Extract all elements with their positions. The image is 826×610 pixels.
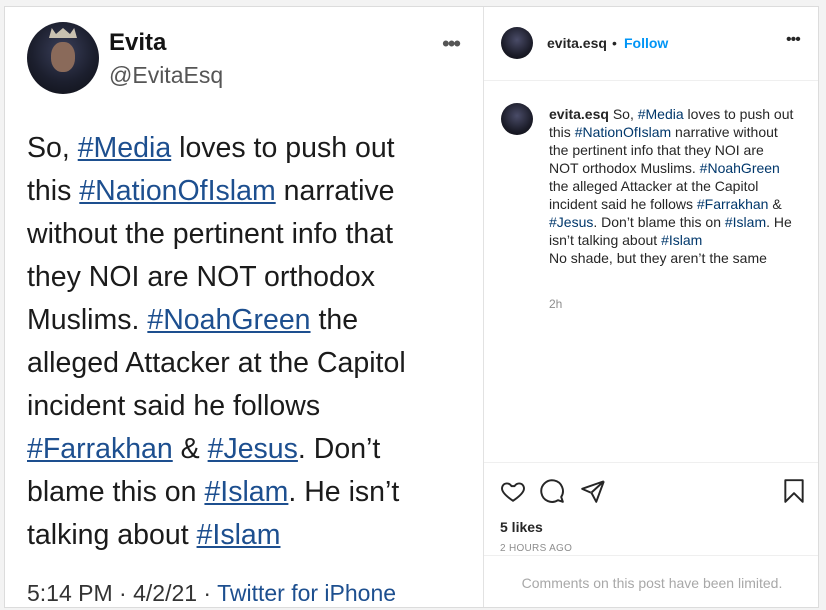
hashtag-link[interactable]: #Islam [197, 519, 281, 551]
text-segment: this [27, 175, 80, 207]
text-segment: . Don’t [297, 433, 381, 465]
text-segment: NOT orthodox Muslims. [549, 160, 700, 176]
text-line: isn’t talking about #Islam [549, 231, 814, 249]
text-segment: narrative [275, 175, 395, 207]
text-line: blame this on #Islam. He isn’t [27, 471, 467, 514]
text-segment: . He isn’t [288, 476, 400, 508]
text-segment: Muslims. [27, 304, 148, 336]
text-line: incident said he follows #Farrakhan & [549, 195, 814, 213]
likes-count[interactable]: 5 likes [500, 519, 543, 535]
text-segment: incident said he follows [549, 196, 697, 212]
text-segment: isn’t talking about [549, 232, 662, 248]
text-line: Muslims. #NoahGreen the [27, 299, 467, 342]
text-segment: they NOI are NOT orthodox [27, 261, 375, 293]
text-line: this #NationOfIslam narrative [27, 170, 467, 213]
tweet-author-handle: @EvitaEsq [109, 62, 224, 88]
text-segment: . He [766, 214, 792, 230]
hashtag-link[interactable]: #Islam [204, 476, 288, 508]
text-segment: So, [27, 132, 78, 164]
hashtag-link[interactable]: #NationOfIslam [79, 175, 275, 207]
share-icon[interactable] [580, 478, 606, 509]
text-line: talking about #Islam [27, 514, 467, 557]
text-segment: this [549, 124, 575, 140]
hashtag-link[interactable]: #Islam [725, 214, 766, 230]
tweet-screenshot: Evita @EvitaEsq ••• So, #Media loves to … [5, 7, 483, 607]
text-segment: alleged Attacker at the Capitol [27, 347, 406, 379]
text-segment: the alleged Attacker at the Capitol [549, 178, 759, 194]
more-options-icon[interactable]: ••• [786, 31, 801, 49]
hashtag-link[interactable]: #Media [638, 106, 684, 122]
comments-limited-text: Comments on this post have been limited. [521, 575, 783, 591]
hashtag-link[interactable]: #Islam [661, 232, 702, 248]
hashtag-link[interactable]: #NoahGreen [700, 160, 780, 176]
tweet-timestamp: 5:14 PM · 4/2/21 · [27, 580, 218, 606]
text-segment: . Don’t blame this on [593, 214, 725, 230]
hashtag-link[interactable]: #NoahGreen [147, 304, 310, 336]
hashtag-link[interactable]: #Jesus [208, 433, 298, 465]
hashtag-link[interactable]: #Farrakhan [697, 196, 769, 212]
hashtag-link[interactable]: #Media [78, 132, 171, 164]
text-segment: talking about [27, 519, 197, 551]
caption-time: 2h [549, 297, 563, 311]
tweet-source: Twitter for iPhone [217, 580, 397, 606]
caption-avatar[interactable] [501, 103, 533, 135]
post-header: evita.esq • Follow ••• [484, 7, 818, 81]
text-line: they NOI are NOT orthodox [27, 256, 467, 299]
text-segment: blame this on [27, 476, 205, 508]
avatar[interactable] [501, 27, 533, 59]
text-line: without the pertinent info that [27, 213, 467, 256]
text-line: #Farrakhan & #Jesus. Don’t [27, 428, 467, 471]
text-segment: loves to push out [683, 106, 794, 122]
text-segment: loves to push out [171, 132, 395, 164]
text-line: the pertinent info that they NOI are [549, 141, 814, 159]
comments-limited-notice: Comments on this post have been limited. [484, 555, 818, 607]
text-line: alleged Attacker at the Capitol [27, 342, 467, 385]
hashtag-link[interactable]: #Farrakhan [27, 433, 173, 465]
text-segment: the [310, 304, 359, 336]
text-line: incident said he follows [27, 385, 467, 428]
text-segment: No shade, but they aren’t the same [549, 250, 767, 266]
heart-icon[interactable] [500, 478, 526, 509]
tweet-meta: 5:14 PM · 4/2/21 · Twitter for iPhone [27, 580, 396, 607]
comment-icon[interactable] [539, 478, 565, 509]
caption-username[interactable]: evita.esq [549, 106, 609, 122]
text-line: evita.esq So, #Media loves to push out [549, 105, 814, 123]
text-segment: without the pertinent info that [27, 218, 393, 250]
post-timestamp: 2 HOURS AGO [500, 543, 573, 554]
hashtag-link[interactable]: #Jesus [549, 214, 593, 230]
text-line: NOT orthodox Muslims. #NoahGreen [549, 159, 814, 177]
tweet-avatar [27, 22, 99, 94]
text-segment: narrative without [671, 124, 778, 140]
tweet-more-icon: ••• [442, 31, 461, 56]
text-line: this #NationOfIslam narrative without [549, 123, 814, 141]
post-username[interactable]: evita.esq [547, 35, 607, 51]
text-line: #Jesus. Don’t blame this on #Islam. He [549, 213, 814, 231]
text-line: the alleged Attacker at the Capitol [549, 177, 814, 195]
tweet-author-name: Evita [109, 29, 167, 56]
action-bar: 5 likes 2 HOURS AGO Comments on this pos… [484, 462, 818, 607]
text-segment: & [172, 433, 208, 465]
post-caption: evita.esq So, #Media loves to push out th… [549, 105, 814, 267]
tweet-body: So, #Media loves to push out this #Nation… [27, 127, 467, 557]
bookmark-icon[interactable] [781, 478, 807, 509]
text-segment: & [768, 196, 782, 212]
text-segment: So, [608, 106, 638, 122]
follow-button[interactable]: Follow [624, 35, 668, 51]
post-modal: Evita @EvitaEsq ••• So, #Media loves to … [4, 6, 819, 608]
text-line: No shade, but they aren’t the same [549, 249, 814, 267]
separator-dot: • [612, 35, 617, 51]
text-segment: the pertinent info that they NOI are [549, 142, 764, 158]
hashtag-link[interactable]: #NationOfIslam [575, 124, 671, 140]
post-sidebar: evita.esq • Follow ••• evita.esq So, #Me… [484, 7, 818, 607]
text-line: So, #Media loves to push out [27, 127, 467, 170]
text-segment: incident said he follows [27, 390, 321, 422]
